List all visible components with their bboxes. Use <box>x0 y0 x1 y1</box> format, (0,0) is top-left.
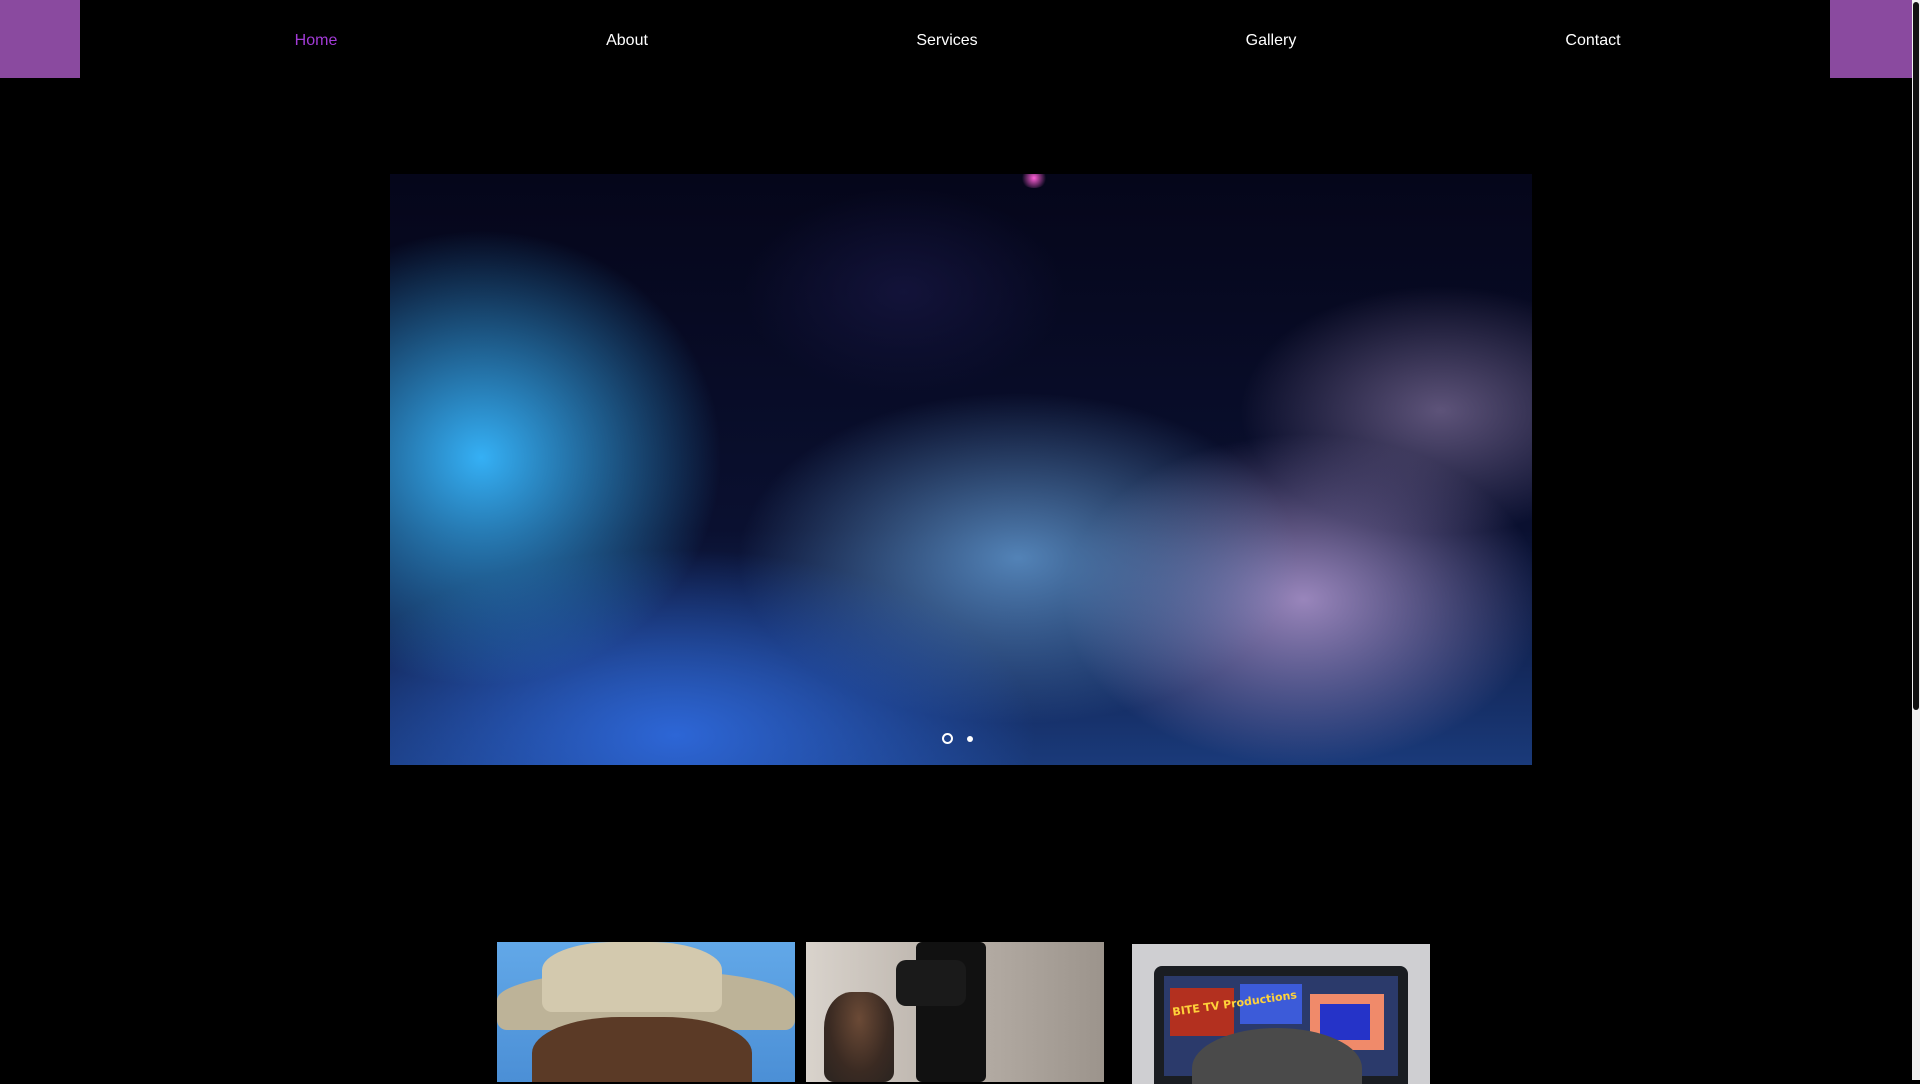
gallery-thumb-camera-tripod[interactable] <box>806 942 1104 1082</box>
gallery-thumb-laptop-editing[interactable]: BITE TV Productions <box>1132 944 1430 1084</box>
nav-item-home[interactable]: Home <box>295 32 338 50</box>
child-figure <box>824 992 894 1082</box>
tripod-head <box>896 960 966 1006</box>
screen-tile <box>1320 1004 1370 1040</box>
nav-item-gallery[interactable]: Gallery <box>1246 32 1297 50</box>
hat-crown <box>542 942 722 1012</box>
nav-item-contact[interactable]: Contact <box>1565 32 1620 50</box>
slide-dot-2[interactable] <box>967 735 973 742</box>
slide-dot-1[interactable] <box>942 733 953 744</box>
slideshow-dots <box>942 733 973 744</box>
scrollbar-thumb[interactable] <box>1913 2 1919 710</box>
gallery-thumb-hat-portrait[interactable] <box>497 942 795 1082</box>
hero-slideshow[interactable] <box>390 174 1532 765</box>
nav-item-about[interactable]: About <box>606 32 648 50</box>
face <box>532 1017 752 1082</box>
top-navigation: Home About Services Gallery Contact <box>0 0 1912 84</box>
hero-light-flare <box>1020 174 1048 188</box>
page-scrollbar[interactable] <box>1912 0 1920 1080</box>
nav-item-services[interactable]: Services <box>916 32 977 50</box>
